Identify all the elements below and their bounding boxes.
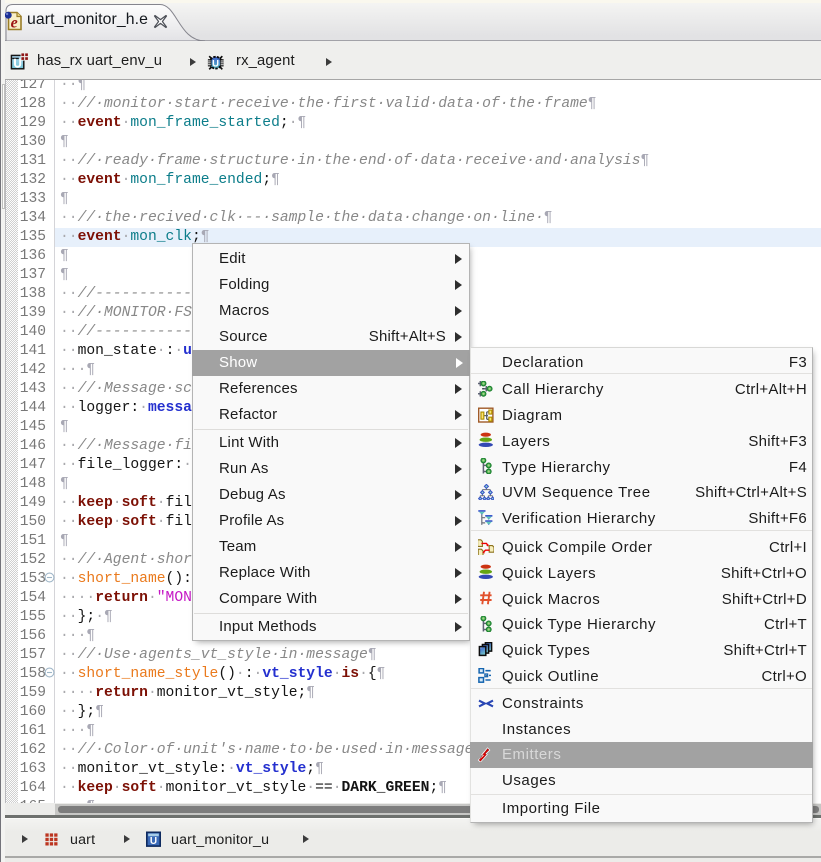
svg-text:U: U — [150, 836, 157, 847]
svg-text:e: e — [11, 14, 18, 31]
svg-text:U: U — [212, 58, 219, 69]
